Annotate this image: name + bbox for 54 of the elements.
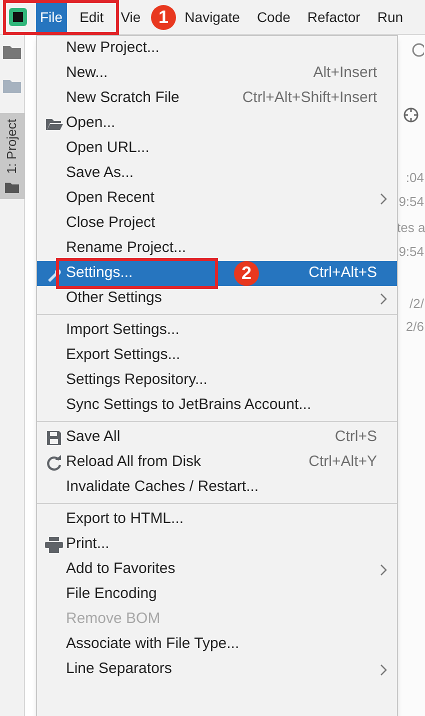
menu-entry[interactable]: Reload All from Disk Ctrl+Alt+Y bbox=[37, 450, 397, 475]
save-icon bbox=[46, 430, 62, 446]
menu-entry[interactable]: New Scratch File Ctrl+Alt+Shift+Insert bbox=[37, 86, 397, 111]
background-text: 2/6 bbox=[404, 322, 425, 332]
chevron-right-icon bbox=[380, 192, 387, 204]
menu-entry[interactable]: File Encoding bbox=[37, 582, 397, 607]
menu-entry[interactable]: Settings Repository... bbox=[37, 368, 397, 393]
clock-icon[interactable] bbox=[410, 43, 424, 57]
menu-entry[interactable]: Save As... bbox=[37, 161, 397, 186]
menu-item[interactable]: Vie bbox=[116, 0, 145, 34]
background-text: tes a bbox=[397, 223, 425, 233]
menu-item[interactable]: Run bbox=[373, 0, 408, 34]
menu-item[interactable]: Refactor bbox=[303, 0, 364, 34]
menu-entry[interactable]: Import Settings... bbox=[37, 318, 397, 343]
shortcut: Ctrl+Alt+Shift+Insert bbox=[242, 88, 378, 108]
project-tool-tab[interactable]: 1: Project bbox=[0, 113, 24, 199]
folder-icon bbox=[45, 116, 63, 130]
reload-icon bbox=[46, 454, 62, 470]
menu-item[interactable]: Edit bbox=[76, 0, 108, 34]
menu-entry[interactable]: Close Project bbox=[37, 211, 397, 236]
shortcut: Ctrl+Alt+S bbox=[308, 263, 378, 284]
printer-icon bbox=[45, 536, 63, 552]
background-text: /2/ bbox=[408, 299, 425, 309]
menu-entry[interactable]: New... Alt+Insert bbox=[37, 61, 397, 86]
menu-item[interactable]: Navigate bbox=[180, 0, 244, 34]
menu-entry[interactable]: Export to HTML... bbox=[37, 507, 397, 532]
chevron-right-icon bbox=[380, 292, 387, 304]
menu-entry[interactable]: Export Settings... bbox=[37, 343, 397, 368]
menu-entry[interactable]: Other Settings bbox=[37, 286, 397, 311]
app-logo-icon bbox=[9, 8, 27, 26]
shortcut: Ctrl+Alt+Y bbox=[308, 452, 378, 472]
folder-icon[interactable] bbox=[3, 45, 21, 59]
chevron-right-icon bbox=[380, 664, 387, 676]
menu-entry[interactable]: Open... bbox=[37, 111, 397, 136]
shortcut: Alt+Insert bbox=[313, 63, 378, 84]
menu-entry[interactable]: Line Separators bbox=[37, 657, 397, 682]
menu-entry[interactable]: Sync Settings to JetBrains Account... bbox=[37, 393, 397, 418]
folder-icon bbox=[5, 182, 19, 193]
menu-entry[interactable]: New Project... bbox=[37, 36, 397, 61]
menu-entry[interactable]: Invalidate Caches / Restart... bbox=[37, 475, 397, 500]
background-text: 9:54 bbox=[398, 197, 425, 207]
background-text: 9:54 bbox=[398, 247, 425, 257]
menu-entry[interactable]: Associate with File Type... bbox=[37, 632, 397, 657]
menu-entry[interactable]: Open URL... bbox=[37, 136, 397, 161]
background-text: :04 bbox=[404, 173, 425, 183]
menu-entry[interactable]: Print... bbox=[37, 532, 397, 557]
menu-entry[interactable]: Open Recent bbox=[37, 186, 397, 211]
menu-entry[interactable]: Rename Project... bbox=[37, 236, 397, 261]
chevron-right-icon bbox=[380, 564, 387, 576]
menu-entry[interactable]: Add to Favorites bbox=[37, 557, 397, 582]
shortcut: Ctrl+S bbox=[334, 427, 378, 448]
crosshair-icon[interactable] bbox=[403, 107, 419, 123]
menu-entry[interactable]: Save All Ctrl+S bbox=[37, 425, 397, 450]
menu-item[interactable]: Code bbox=[252, 0, 294, 34]
